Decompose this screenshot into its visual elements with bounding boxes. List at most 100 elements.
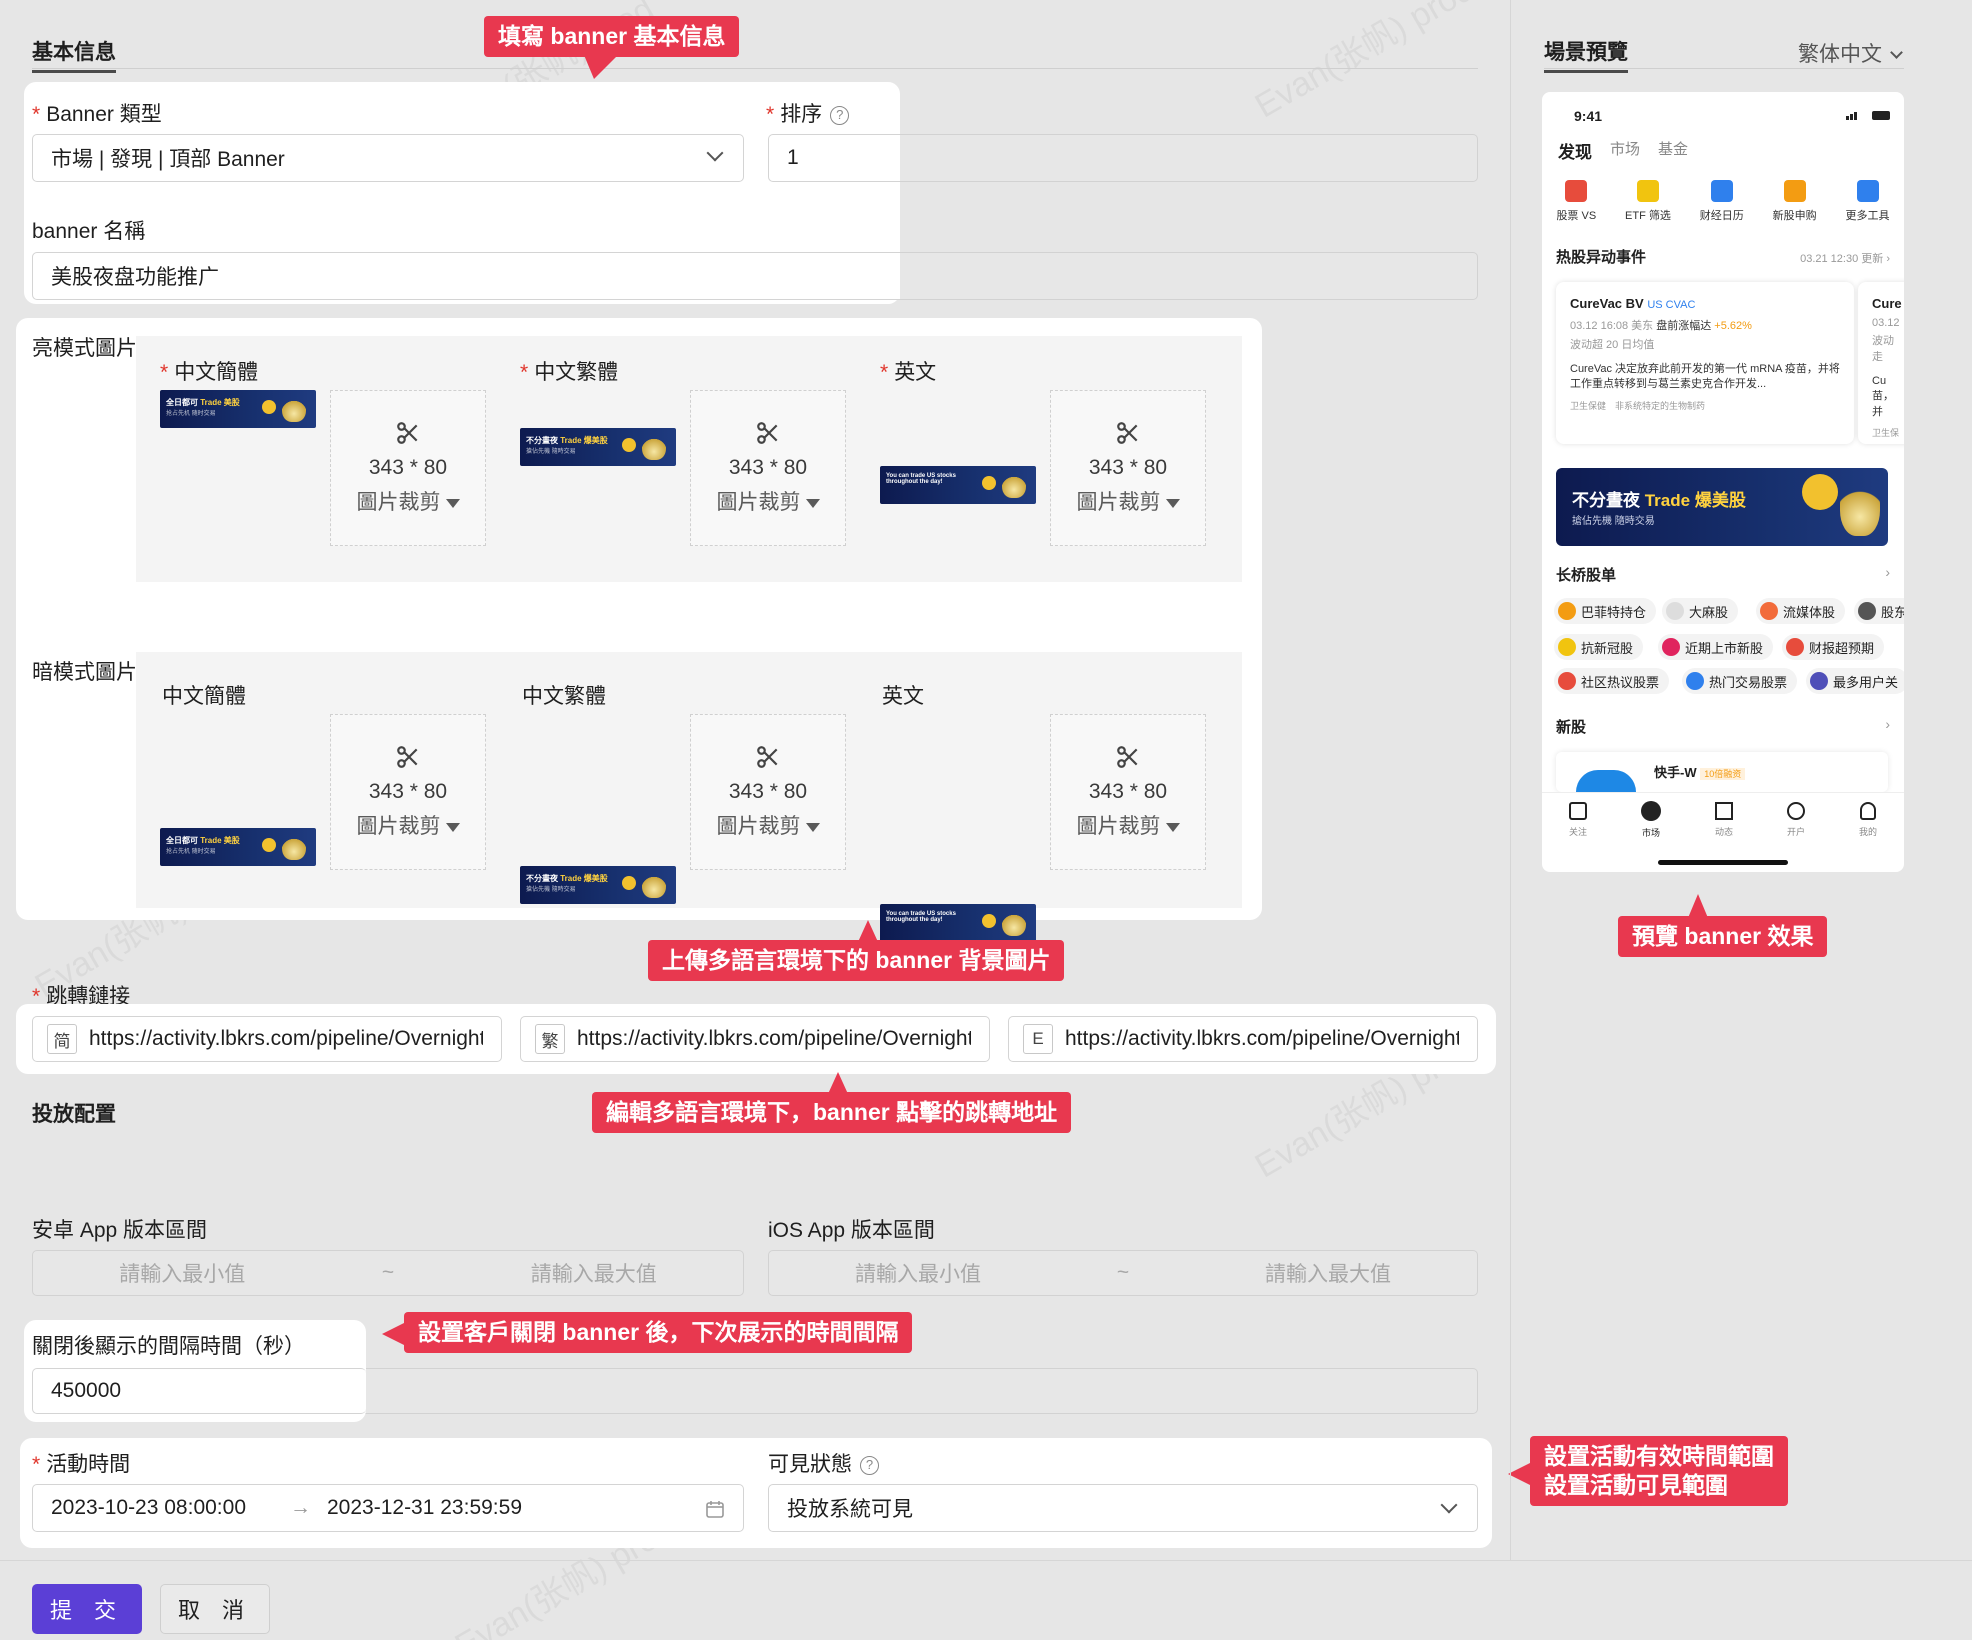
chip[interactable]: 社区热议股票 [1554, 668, 1670, 694]
order-input[interactable]: 1 [768, 134, 900, 182]
dark-banner-thumb-en[interactable]: You can trade US stocks throughout the da… [880, 904, 1036, 942]
tool-ipo[interactable]: 新股申购 [1773, 180, 1817, 224]
light-crop-tc[interactable]: 343 * 80 圖片裁剪 [690, 390, 846, 546]
calendar-icon[interactable] [705, 1499, 725, 1519]
ios-min-input[interactable]: 請輸入最小值 [855, 1258, 981, 1288]
lang-prefix-sc: 简 [47, 1024, 77, 1054]
banner-name-label: banner 名稱 [32, 220, 146, 243]
callout-links: 編輯多語言環境下，banner 點擊的跳轉地址 [592, 1072, 1072, 1133]
tool-more[interactable]: 更多工具 [1846, 180, 1890, 224]
scissors-icon [757, 422, 778, 444]
crop-action[interactable]: 圖片裁剪 [357, 810, 460, 840]
light-lang-sc-label: * 中文簡體 [160, 361, 259, 384]
light-lang-en-label: * 英文 [880, 361, 937, 384]
android-version-range[interactable]: 請輸入最小值 ~ 請輸入最大值 [32, 1250, 744, 1296]
hot-event-card[interactable]: CureVac BV US CVAC 03.12 16:08 美东 盘前涨幅达 … [1556, 282, 1854, 444]
chip[interactable]: 巴菲特持仓 [1554, 598, 1657, 624]
nav-me[interactable]: 我的 [1859, 801, 1877, 840]
status-icons [1846, 110, 1890, 120]
android-version-label: 安卓 App 版本區間 [32, 1219, 208, 1242]
chip[interactable]: 股东 [1854, 598, 1904, 624]
crop-action[interactable]: 圖片裁剪 [1077, 486, 1180, 516]
tool-etf[interactable]: ETF 筛选 [1625, 180, 1671, 224]
ios-max-input[interactable]: 請輸入最大值 [1265, 1258, 1391, 1288]
crop-action[interactable]: 圖片裁剪 [717, 810, 820, 840]
nav-feed[interactable]: 动态 [1714, 801, 1733, 840]
crop-size: 343 * 80 [728, 456, 808, 479]
callout-time-visibility: 設置活動有效時間範圍 設置活動可見範圍 [1508, 1436, 1788, 1506]
light-crop-sc[interactable]: 343 * 80 圖片裁剪 [330, 390, 486, 546]
chip[interactable]: 流媒体股 [1756, 598, 1846, 624]
end-time[interactable]: 2023-12-31 23:59:59 [327, 1496, 522, 1520]
scissors-icon [757, 746, 778, 768]
home-indicator [1658, 860, 1788, 865]
crop-action[interactable]: 圖片裁剪 [357, 486, 460, 516]
dark-lang-en-label: 英文 [882, 685, 924, 708]
lang-prefix-tc: 繁 [535, 1024, 565, 1054]
chip[interactable]: 大麻股 [1662, 598, 1739, 624]
hot-events-title: 热股异动事件 [1556, 249, 1647, 266]
chevron-right-icon[interactable]: › [1885, 716, 1890, 732]
scissors-icon [397, 422, 418, 444]
jump-link-en-input[interactable]: E https://activity.lbkrs.com/pipeline/Ov… [1008, 1016, 1478, 1062]
chip[interactable]: 近期上市新股 [1658, 634, 1774, 660]
chip[interactable]: 热门交易股票 [1682, 668, 1798, 694]
submit-button[interactable]: 提 交 [32, 1584, 142, 1634]
url-tc: https://activity.lbkrs.com/pipeline/Over… [577, 1027, 971, 1050]
help-icon[interactable]: ? [830, 105, 850, 125]
tool-stock-vs[interactable]: 股票 VS [1556, 180, 1596, 224]
order-label: * 排序? [766, 98, 850, 128]
ios-version-range[interactable]: 請輸入最小值 ~ 請輸入最大值 [768, 1250, 1478, 1296]
phone-preview: 9:41 发现 市场 基金 股票 VS ETF 筛选 财经日历 新股申购 更多工… [1542, 92, 1904, 872]
tool-calendar[interactable]: 财经日历 [1700, 180, 1744, 224]
visibility-label: 可見狀態? [768, 1448, 879, 1478]
hot-event-card-2[interactable]: Cure 03.12 波动走 Cu 苗，并 卫生保 [1858, 282, 1904, 444]
interval-input[interactable]: 450000 [32, 1368, 366, 1414]
light-banner-thumb-en[interactable]: You can trade US stocks throughout the da… [880, 466, 1036, 504]
android-min-input[interactable]: 請輸入最小值 [119, 1258, 245, 1288]
jump-link-sc-input[interactable]: 简 https://activity.lbkrs.com/pipeline/Ov… [32, 1016, 502, 1062]
start-time[interactable]: 2023-10-23 08:00:00 [51, 1496, 246, 1520]
nav-market[interactable]: 市场 [1640, 800, 1661, 841]
chip[interactable]: 财报超预期 [1782, 634, 1885, 660]
nav-account[interactable]: 开户 [1786, 801, 1805, 840]
caret-down-icon [1165, 822, 1180, 832]
dark-crop-sc[interactable]: 343 * 80 圖片裁剪 [330, 714, 486, 870]
activity-time-range[interactable]: 2023-10-23 08:00:00 → 2023-12-31 23:59:5… [32, 1484, 744, 1532]
jump-link-tc-input[interactable]: 繁 https://activity.lbkrs.com/pipeline/Ov… [520, 1016, 990, 1062]
dark-crop-tc[interactable]: 343 * 80 圖片裁剪 [690, 714, 846, 870]
chip[interactable]: 抗新冠股 [1554, 634, 1644, 660]
light-crop-en[interactable]: 343 * 80 圖片裁剪 [1050, 390, 1206, 546]
tab-discover[interactable]: 发现 [1558, 138, 1592, 163]
chevron-right-icon[interactable]: › [1885, 564, 1890, 580]
dark-banner-thumb-sc[interactable]: 全日都可 Trade 美股 抢占先机 随时交易 [160, 828, 316, 866]
activity-time-label: * 活動時間 [32, 1453, 131, 1476]
crop-action[interactable]: 圖片裁剪 [1077, 810, 1180, 840]
hot-events-update[interactable]: 03.21 12:30 更新 › [1800, 250, 1890, 266]
ipo-card[interactable]: 快手-W 10倍融资 [1556, 752, 1888, 792]
help-icon[interactable]: ? [860, 1455, 879, 1475]
chip[interactable]: 最多用户关 [1806, 668, 1904, 694]
column-divider [1510, 0, 1511, 1560]
tab-fund[interactable]: 基金 [1658, 138, 1688, 163]
banner-name-input[interactable]: 美股夜盘功能推广 [32, 252, 900, 300]
interval-row-bg [360, 1368, 1478, 1414]
visibility-select[interactable]: 投放系統可見 [768, 1484, 1478, 1532]
light-mode-label: 亮模式圖片 [32, 337, 137, 360]
banner-type-select[interactable]: 市場 | 發現 | 頂部 Banner [32, 134, 744, 182]
cancel-button[interactable]: 取 消 [160, 1584, 270, 1634]
dark-crop-en[interactable]: 343 * 80 圖片裁剪 [1050, 714, 1206, 870]
preview-banner[interactable]: 不分晝夜 Trade 爆美股 搶佔先機 隨時交易 [1556, 468, 1888, 546]
language-select[interactable]: 繁体中文 [1798, 38, 1903, 68]
nav-follow[interactable]: 关注 [1568, 801, 1587, 840]
dark-banner-thumb-tc[interactable]: 不分晝夜 Trade 爆美股 搶佔先機 隨時交易 [520, 866, 676, 904]
dark-lang-sc-label: 中文簡體 [162, 685, 246, 708]
light-banner-thumb-tc[interactable]: 不分晝夜 Trade 爆美股 搶佔先機 隨時交易 [520, 428, 676, 466]
bottom-nav: 关注 市场 动态 开户 我的 [1542, 792, 1904, 848]
tab-market[interactable]: 市场 [1610, 138, 1640, 163]
crop-action[interactable]: 圖片裁剪 [717, 486, 820, 516]
light-banner-thumb-sc[interactable]: 全日都可 Trade 美股 抢占先机 随时交易 [160, 390, 316, 428]
android-max-input[interactable]: 請輸入最大值 [531, 1258, 657, 1288]
dark-mode-label: 暗模式圖片 [32, 661, 137, 684]
caret-down-icon [1165, 498, 1180, 508]
